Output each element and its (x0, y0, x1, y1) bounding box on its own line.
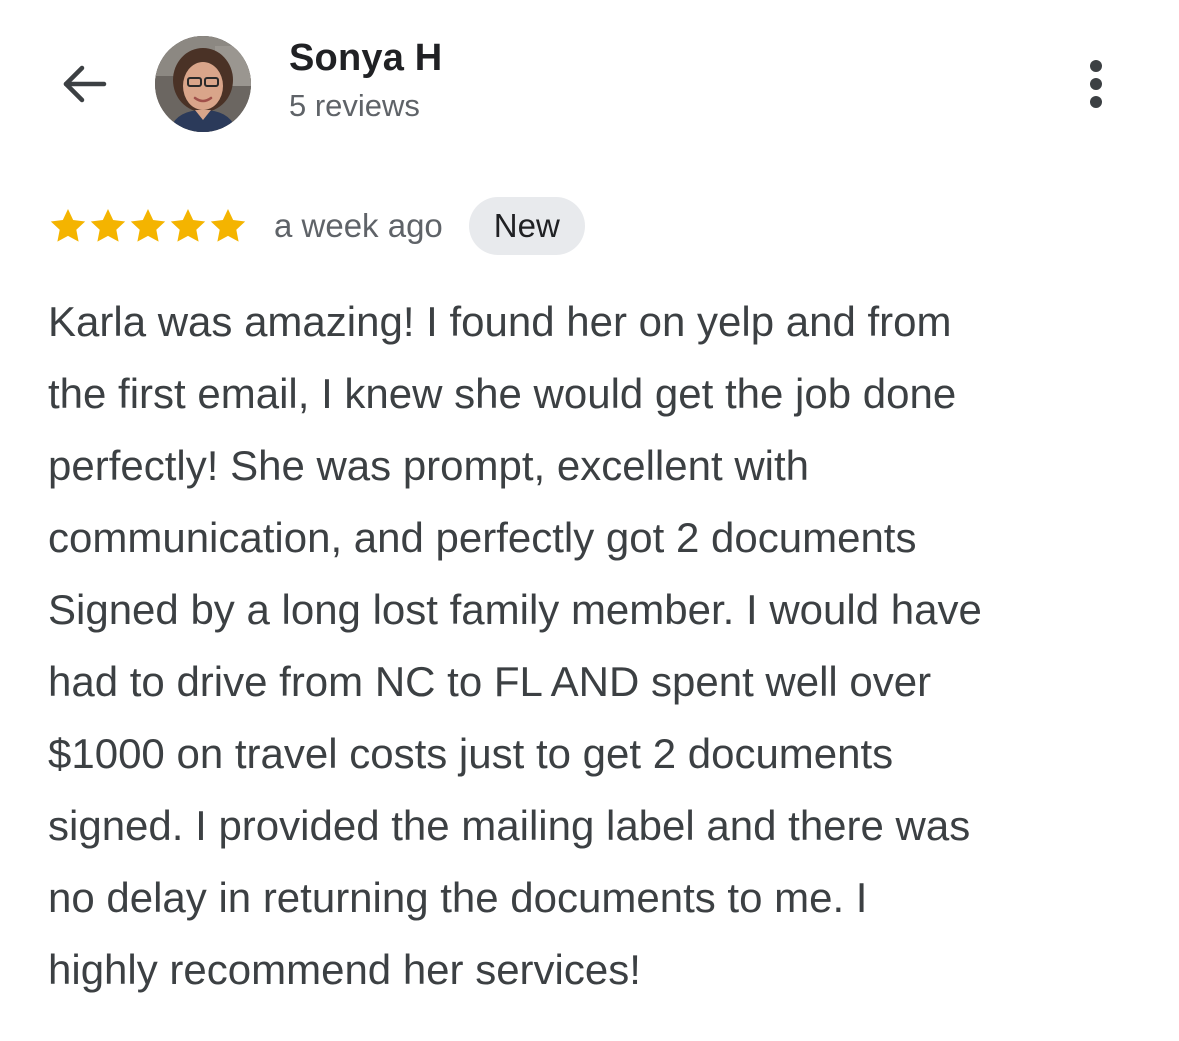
review-text-line: $1000 on travel costs just to get 2 docu… (48, 730, 894, 777)
review-text-line: perfectly! She was prompt, excellent wit… (48, 442, 810, 489)
review-count: 5 reviews (289, 88, 420, 123)
more-vert-icon (1090, 60, 1102, 108)
review-text-line: communication, and perfectly got 2 docum… (48, 514, 917, 561)
review-text-line: highly recommend her services! (48, 946, 641, 993)
reviewer-photo (155, 36, 251, 132)
review-time: a week ago (274, 207, 443, 244)
star-rating (48, 206, 248, 246)
review-header: Sonya H 5 reviews (0, 0, 1179, 150)
reviewer-name[interactable]: Sonya H (289, 37, 442, 80)
arrow-left-icon (63, 65, 107, 103)
review-text-line: signed. I provided the mailing label and… (48, 802, 971, 849)
star-icon (170, 209, 206, 242)
review-meta: a week ago New (48, 196, 585, 256)
review-text-line: the first email, I knew she would get th… (48, 370, 957, 417)
review-text-line: no delay in returning the documents to m… (48, 874, 868, 921)
back-button[interactable] (52, 52, 116, 116)
review-text: Karla was amazing! I found her on yelp a… (48, 286, 1148, 1006)
star-icon (130, 209, 166, 242)
review-text-line: had to drive from NC to FL AND spent wel… (48, 658, 932, 705)
star-icon (50, 209, 86, 242)
star-icon (90, 209, 126, 242)
avatar[interactable] (155, 36, 251, 132)
review-text-line: Signed by a long lost family member. I w… (48, 586, 982, 633)
star-icon (210, 209, 246, 242)
review-text-line: Karla was amazing! I found her on yelp a… (48, 298, 952, 345)
more-options-button[interactable] (1072, 52, 1120, 116)
new-badge: New (468, 197, 585, 255)
